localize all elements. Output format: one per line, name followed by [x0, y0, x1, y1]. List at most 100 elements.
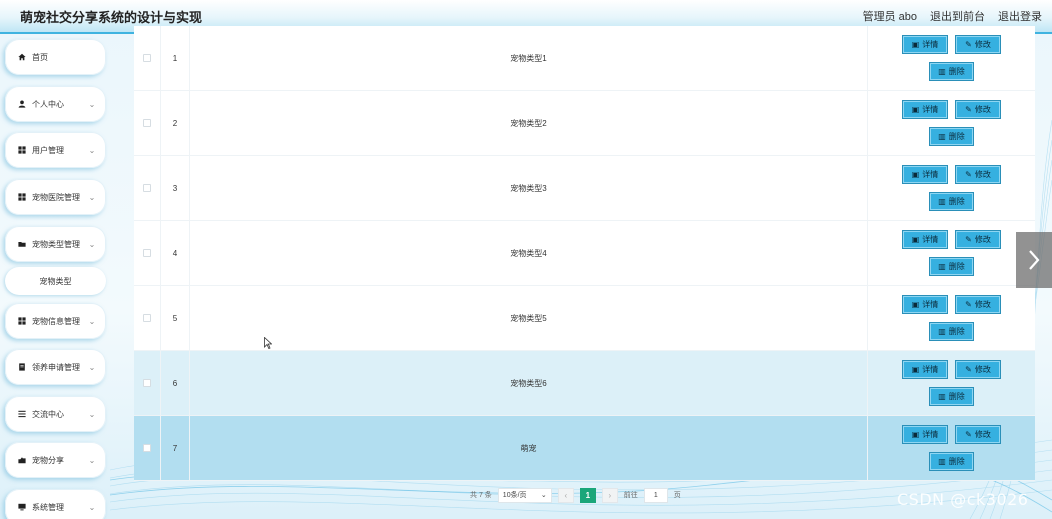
row-checkbox[interactable] [143, 379, 151, 387]
edit-button[interactable]: ✎ 修改 [955, 35, 1001, 54]
delete-button[interactable]: ▥ 删除 [929, 257, 974, 276]
detail-button[interactable]: ▣ 详情 [902, 35, 948, 54]
exit-to-frontend-link[interactable]: 退出到前台 [930, 8, 985, 24]
sidebar-item-pet-info[interactable]: 宠物信息管理 ⌄ [5, 303, 106, 339]
sidebar-item-forum[interactable]: 交流中心 ⌄ [5, 396, 106, 432]
sidebar-item-pet-hospital[interactable]: 宠物医院管理 ⌄ [5, 179, 106, 215]
row-index: 5 [161, 286, 190, 350]
edit-button[interactable]: ✎ 修改 [955, 425, 1001, 444]
goto-label: 前往 [623, 492, 638, 499]
delete-button[interactable]: ▥ 删除 [929, 127, 974, 146]
sidebar-item-label: 用户管理 [32, 145, 64, 155]
chevron-down-icon: ⌄ [88, 99, 96, 109]
pencil-icon: ✎ [965, 430, 972, 439]
detail-button[interactable]: ▣ 详情 [902, 165, 948, 184]
detail-icon: ▣ [911, 40, 920, 49]
row-checkbox[interactable] [143, 54, 151, 62]
header-links: 管理员 abo 退出到前台 退出登录 [863, 8, 1042, 24]
detail-button[interactable]: ▣ 详情 [902, 230, 948, 249]
table-row: 6 宠物类型6 ▣ 详情 ✎ 修改 ▥ 删除 [134, 351, 1035, 416]
detail-icon: ▣ [911, 300, 920, 309]
pencil-icon: ✎ [965, 300, 972, 309]
row-checkbox-cell [134, 91, 161, 155]
trash-icon: ▥ [938, 197, 946, 206]
logout-link[interactable]: 退出登录 [998, 8, 1042, 24]
edit-button[interactable]: ✎ 修改 [955, 295, 1001, 314]
sidebar-subitem-pet-type[interactable]: 宠物类型 [5, 267, 106, 295]
trash-icon: ▥ [938, 457, 946, 466]
sidebar-item-label: 个人中心 [32, 99, 64, 109]
chevron-down-icon: ⌄ [540, 492, 547, 499]
row-checkbox[interactable] [143, 444, 151, 452]
user-icon [17, 99, 27, 109]
admin-username: 管理员 abo [862, 11, 917, 23]
page-suffix: 页 [673, 492, 681, 499]
sidebar-item-adoption[interactable]: 领养申请管理 ⌄ [5, 349, 106, 385]
edit-button[interactable]: ✎ 修改 [955, 360, 1001, 379]
detail-button[interactable]: ▣ 详情 [902, 100, 948, 119]
row-checkbox[interactable] [143, 184, 151, 192]
row-actions: ▣ 详情 ✎ 修改 ▥ 删除 [868, 221, 1035, 285]
edit-button[interactable]: ✎ 修改 [955, 230, 1001, 249]
grid-icon [17, 316, 27, 326]
row-actions: ▣ 详情 ✎ 修改 ▥ 删除 [868, 351, 1035, 415]
delete-button[interactable]: ▥ 删除 [929, 192, 974, 211]
document-icon [17, 362, 27, 372]
edit-button[interactable]: ✎ 修改 [955, 100, 1001, 119]
row-checkbox[interactable] [143, 314, 151, 322]
edit-button[interactable]: ✎ 修改 [955, 165, 1001, 184]
sidebar-item-label: 宠物分享 [32, 455, 64, 465]
detail-icon: ▣ [911, 430, 920, 439]
detail-button[interactable]: ▣ 详情 [902, 360, 948, 379]
row-actions: ▣ 详情 ✎ 修改 ▥ 删除 [868, 26, 1035, 90]
grid-icon [17, 145, 27, 155]
chevron-right-icon [1029, 250, 1040, 270]
sidebar-item-label: 宠物类型管理 [32, 239, 80, 249]
row-index: 3 [161, 156, 190, 220]
data-table: 1 宠物类型1 ▣ 详情 ✎ 修改 ▥ 删除 2 宠物类型2 ▣ 详情 ✎ 修改 ▥ 删除 … [134, 26, 1035, 481]
delete-button[interactable]: ▥ 删除 [929, 387, 974, 406]
pet-type-name: 宠物类型6 [190, 351, 868, 415]
carousel-next-button[interactable] [1016, 232, 1052, 288]
row-index: 2 [161, 91, 190, 155]
delete-button[interactable]: ▥ 删除 [929, 322, 974, 341]
sidebar-item-pet-type[interactable]: 宠物类型管理 ⌄ [5, 226, 106, 262]
trash-icon: ▥ [938, 327, 946, 336]
grid-icon [17, 192, 27, 202]
detail-icon: ▣ [911, 365, 920, 374]
sidebar-item-users[interactable]: 用户管理 ⌄ [5, 132, 106, 168]
row-checkbox[interactable] [143, 249, 151, 257]
page-size-select[interactable]: 10条/页 ⌄ [497, 487, 552, 503]
delete-button[interactable]: ▥ 删除 [929, 452, 974, 471]
delete-button[interactable]: ▥ 删除 [929, 62, 974, 81]
chevron-down-icon: ⌄ [88, 502, 96, 512]
trash-icon: ▥ [938, 132, 946, 141]
row-checkbox[interactable] [143, 119, 151, 127]
sidebar-item-home[interactable]: 首页 [5, 39, 106, 75]
detail-icon: ▣ [911, 105, 920, 114]
home-icon [17, 52, 27, 62]
sidebar-item-pet-share[interactable]: 宠物分享 ⌄ [5, 442, 106, 478]
page-number-current[interactable]: 1 [579, 487, 596, 503]
chevron-down-icon: ⌄ [88, 192, 96, 202]
goto-page-input[interactable] [643, 487, 668, 503]
trash-icon: ▥ [938, 67, 946, 76]
sidebar-item-system[interactable]: 系统管理 ⌄ [5, 489, 106, 519]
prev-page-button[interactable]: ‹ [557, 487, 574, 503]
chevron-left-icon: ‹ [564, 490, 568, 500]
sidebar-item-profile[interactable]: 个人中心 ⌄ [5, 86, 106, 122]
table-row: 2 宠物类型2 ▣ 详情 ✎ 修改 ▥ 删除 [134, 91, 1035, 156]
row-checkbox-cell [134, 351, 161, 415]
detail-icon: ▣ [911, 235, 920, 244]
detail-button[interactable]: ▣ 详情 [902, 425, 948, 444]
detail-button[interactable]: ▣ 详情 [902, 295, 948, 314]
total-count: 共 7 条 [470, 492, 492, 499]
row-checkbox-cell [134, 221, 161, 285]
monitor-icon [17, 502, 27, 512]
row-actions: ▣ 详情 ✎ 修改 ▥ 删除 [868, 416, 1035, 480]
watermark-text: CSDN @ck3026 [897, 490, 1029, 509]
sidebar-item-label: 交流中心 [32, 409, 64, 419]
next-page-button[interactable]: › [601, 487, 618, 503]
pencil-icon: ✎ [965, 40, 972, 49]
row-checkbox-cell [134, 26, 161, 90]
